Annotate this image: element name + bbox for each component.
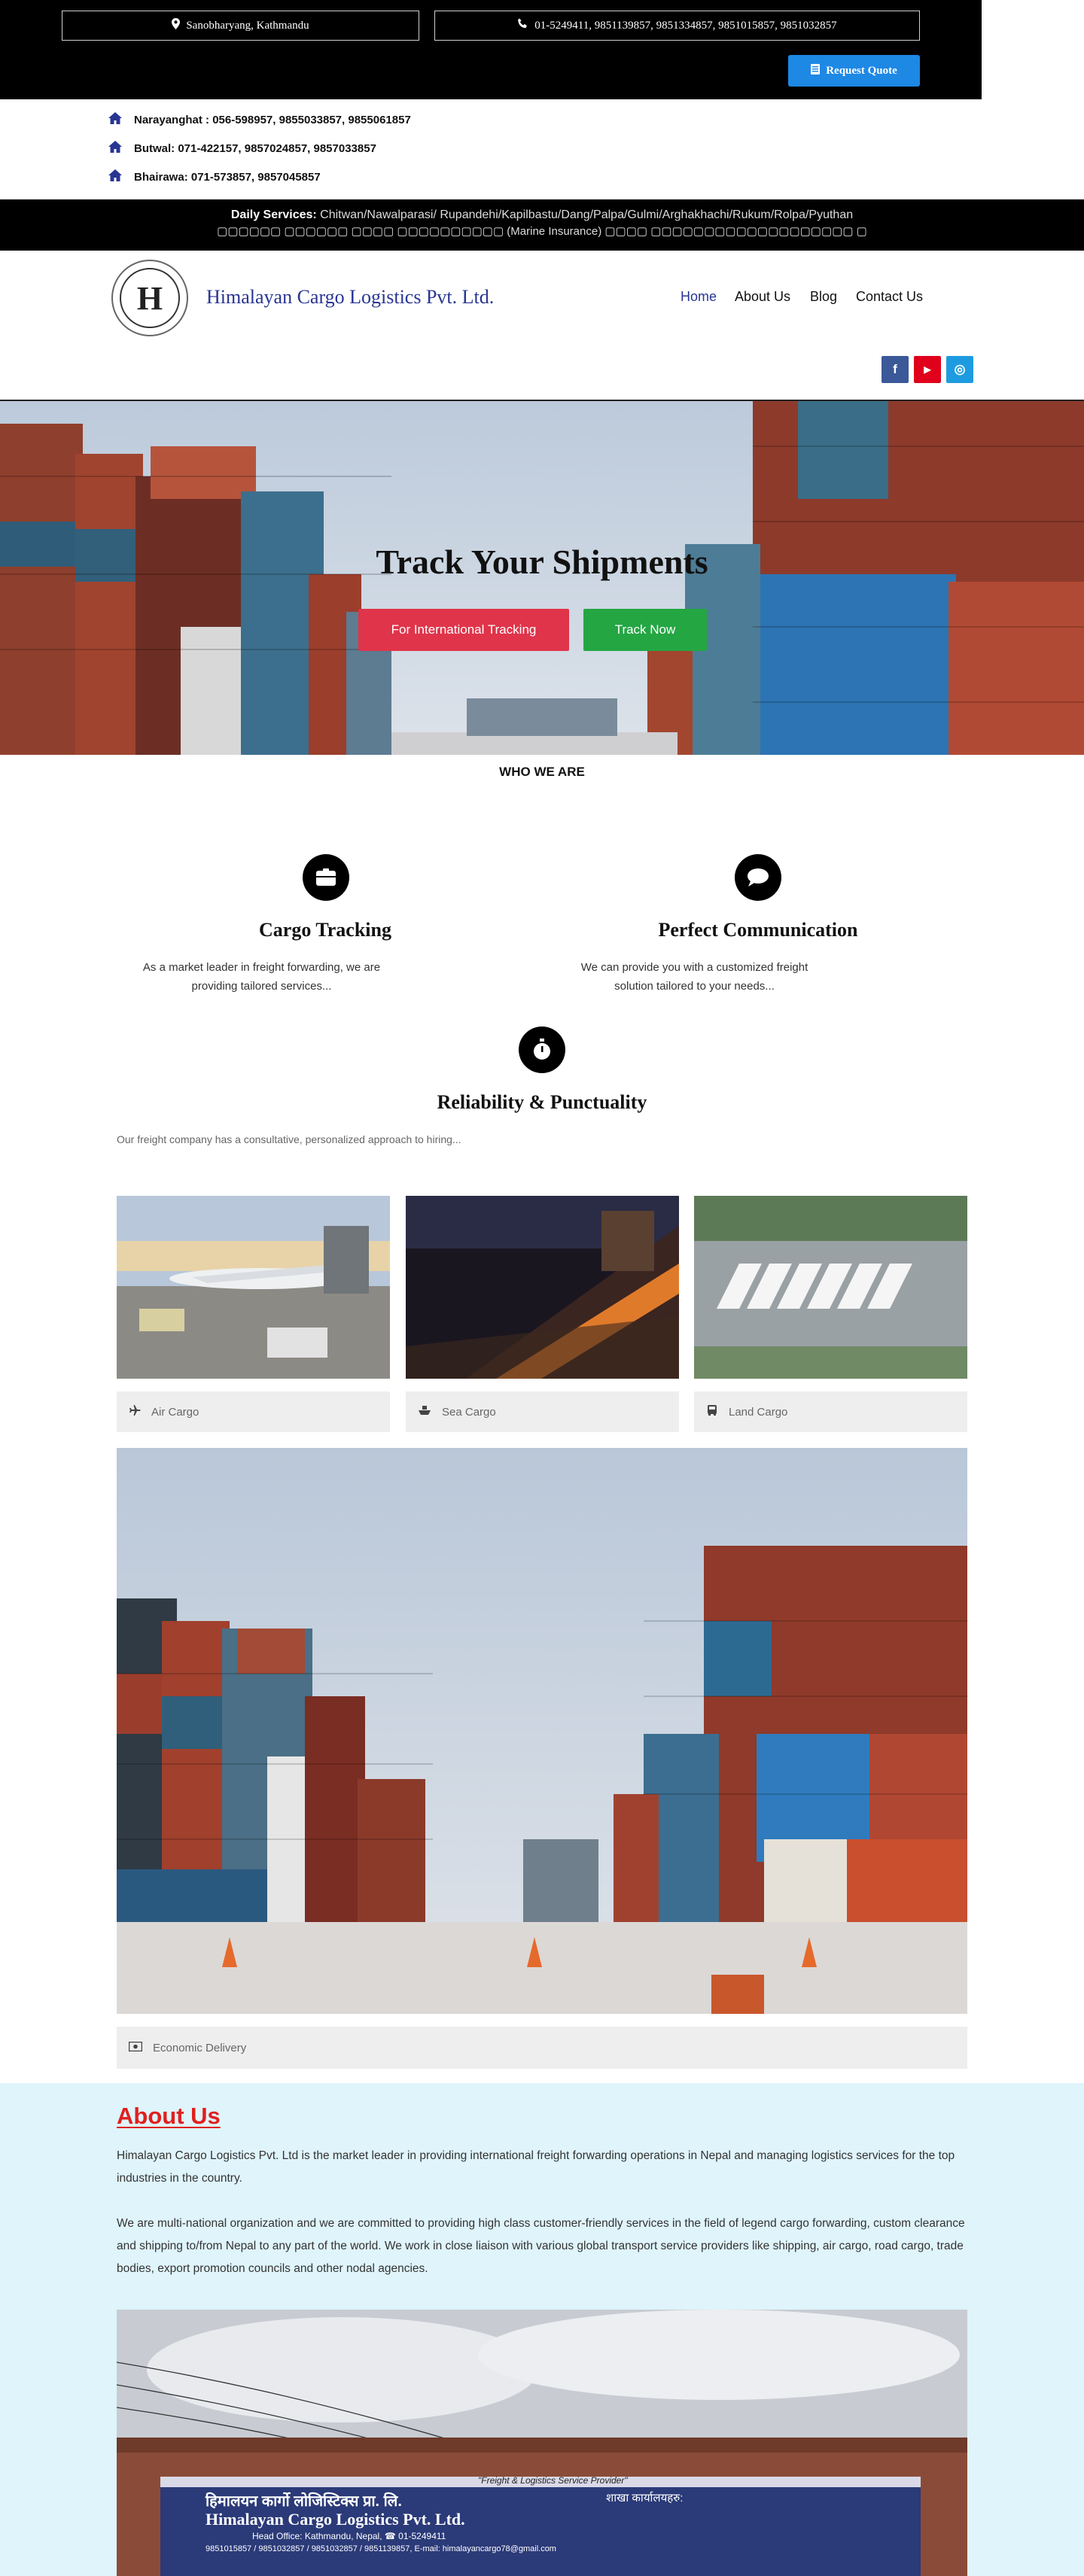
location-text: Sanobharyang, Kathmandu: [186, 19, 309, 32]
office-photo[interactable]: "Freight & Logistics Service Provider" ह…: [117, 2310, 967, 2576]
document-icon: [811, 63, 821, 78]
home-icon: [108, 112, 122, 127]
request-quote-label: Request Quote: [826, 64, 897, 77]
track-now-button[interactable]: Track Now: [583, 609, 707, 651]
insurance-line: ▢▢▢▢▢▢ ▢▢▢▢▢▢ ▢▢▢▢ ▢▢▢▢▢▢▢▢▢▢ (Marine In…: [217, 225, 867, 238]
phone-pill[interactable]: 01-5249411, 9851139857, 9851334857, 9851…: [434, 11, 920, 41]
desc-line: We can provide you with a customized fre…: [580, 961, 808, 974]
phone-icon: [517, 18, 528, 33]
desc-line: providing tailored services...: [191, 980, 332, 993]
company-logo[interactable]: H: [111, 260, 188, 336]
sign-name-nepali: हिमालयन कार्गो लोजिस्टिक्स प्रा. लि.: [206, 2493, 402, 2510]
desc-line: solution tailored to your needs...: [614, 980, 775, 993]
reliability-desc: Our freight company has a consultative, …: [117, 1133, 461, 1145]
ship-icon: [418, 1404, 431, 1419]
map-marker-icon: [172, 18, 181, 33]
branch-label: Bhairawa: 071-573857, 9857045857: [134, 170, 321, 184]
reliability-title: Reliability & Punctuality: [437, 1091, 647, 1113]
economic-delivery-image[interactable]: [117, 1448, 967, 2014]
branch-butwal: Butwal: 071-422157, 9857024857, 98570338…: [108, 139, 376, 157]
air-cargo-image[interactable]: [117, 1196, 390, 1379]
about-us-title: About Us: [117, 2103, 221, 2129]
youtube-icon[interactable]: ▶: [914, 356, 941, 383]
land-cargo-label: Land Cargo: [729, 1405, 788, 1419]
about-paragraph-2: We are multi-national organization and w…: [117, 2217, 965, 2275]
sign-contacts: 9851015857 / 9851032857 / 9851032857 / 9…: [206, 2544, 556, 2553]
cargo-tracking-desc: As a market leader in freight forwarding…: [113, 958, 410, 996]
sign-branches-heading: शाखा कार्यालयहरु:: [606, 2492, 684, 2505]
nav-blog[interactable]: Blog: [810, 289, 837, 305]
international-tracking-button[interactable]: For International Tracking: [358, 609, 569, 651]
stopwatch-icon: [519, 1026, 565, 1073]
economic-delivery-card[interactable]: Economic Delivery: [117, 2027, 967, 2069]
land-cargo-image[interactable]: [694, 1196, 967, 1379]
branch-bhairawa: Bhairawa: 071-573857, 9857045857: [108, 168, 321, 186]
daily-services-routes: Daily Services: Chitwan/Nawalparasi/ Rup…: [0, 207, 1084, 224]
who-we-are-heading: WHO WE ARE: [499, 765, 585, 779]
home-icon: [108, 169, 122, 184]
sign-head-office: Head Office: Kathmandu, Nepal, ☎ 01-5249…: [252, 2531, 446, 2541]
top-contact-bar: Sanobharyang, Kathmandu 01-5249411, 9851…: [0, 0, 982, 99]
daily-services-heading: Daily Services:: [230, 208, 317, 221]
daily-services-banner: Daily Services: Chitwan/Nawalparasi/ Rup…: [0, 199, 1084, 251]
plane-icon: [129, 1404, 141, 1419]
nav-contact-us[interactable]: Contact Us: [856, 289, 923, 305]
home-icon: [108, 141, 122, 156]
daily-services-route-list: Chitwan/Nawalparasi/ Rupandehi/Kapilbast…: [320, 208, 854, 221]
economic-delivery-label: Economic Delivery: [153, 2041, 247, 2054]
perfect-communication-title: Perfect Communication: [658, 919, 858, 941]
money-icon: [128, 2041, 143, 2054]
about-paragraph-1: Himalayan Cargo Logistics Pvt. Ltd is th…: [117, 2149, 955, 2185]
bus-icon: [706, 1404, 718, 1419]
brand-name[interactable]: Himalayan Cargo Logistics Pvt. Ltd.: [206, 286, 494, 309]
air-cargo-card[interactable]: Air Cargo: [117, 1391, 390, 1432]
branch-label: Butwal: 071-422157, 9857024857, 98570338…: [134, 141, 376, 155]
request-quote-button[interactable]: Request Quote: [788, 55, 920, 87]
perfect-communication-desc: We can provide you with a customized fre…: [546, 958, 843, 996]
desc-line: As a market leader in freight forwarding…: [142, 961, 381, 974]
land-cargo-card[interactable]: Land Cargo: [694, 1391, 967, 1432]
phone-text: 01-5249411, 9851139857, 9851334857, 9851…: [534, 19, 837, 32]
instagram-icon[interactable]: ◎: [946, 356, 973, 383]
sign-company-name: Himalayan Cargo Logistics Pvt. Ltd.: [206, 2510, 465, 2529]
hero-title: Track Your Shipments: [376, 543, 708, 581]
cargo-tracking-title: Cargo Tracking: [259, 919, 391, 941]
logo-mark: H: [120, 268, 180, 328]
branch-label: Narayanghat : 056-598957, 9855033857, 98…: [134, 113, 411, 126]
sea-cargo-image[interactable]: [406, 1196, 679, 1379]
location-pill: Sanobharyang, Kathmandu: [62, 11, 419, 41]
sea-cargo-card[interactable]: Sea Cargo: [406, 1391, 679, 1432]
branch-narayanghat: Narayanghat : 056-598957, 9855033857, 98…: [108, 111, 411, 129]
facebook-icon[interactable]: f: [882, 356, 909, 383]
nav-about-us[interactable]: About Us: [735, 289, 790, 305]
nav-home[interactable]: Home: [681, 289, 717, 305]
air-cargo-label: Air Cargo: [151, 1405, 199, 1419]
box-icon: [303, 854, 349, 901]
chat-bubble-icon: [735, 854, 781, 901]
sea-cargo-label: Sea Cargo: [442, 1405, 496, 1419]
sign-tagline: "Freight & Logistics Service Provider": [478, 2475, 628, 2486]
